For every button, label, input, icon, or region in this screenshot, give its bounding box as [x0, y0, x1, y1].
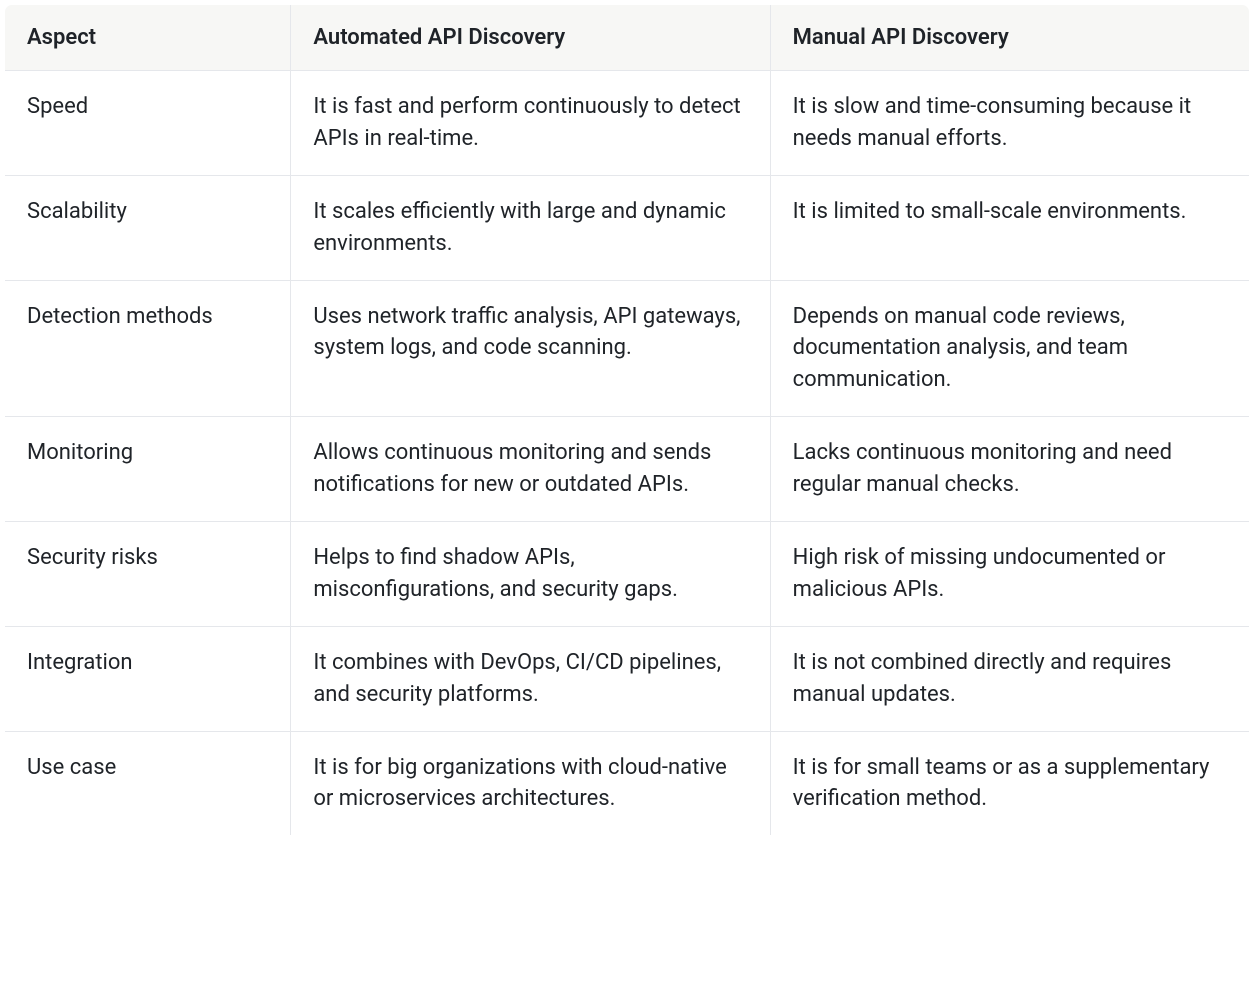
table-row: Security risks Helps to find shadow APIs…: [5, 522, 1250, 627]
cell-manual: It is not combined directly and requires…: [770, 626, 1249, 731]
table-row: Integration It combines with DevOps, CI/…: [5, 626, 1250, 731]
cell-aspect: Scalability: [5, 175, 291, 280]
cell-aspect: Use case: [5, 731, 291, 836]
cell-aspect: Monitoring: [5, 417, 291, 522]
header-automated: Automated API Discovery: [291, 5, 770, 71]
table-row: Scalability It scales efficiently with l…: [5, 175, 1250, 280]
table-header-row: Aspect Automated API Discovery Manual AP…: [5, 5, 1250, 71]
table-row: Use case It is for big organizations wit…: [5, 731, 1250, 836]
table-row: Monitoring Allows continuous monitoring …: [5, 417, 1250, 522]
cell-automated: It is fast and perform continuously to d…: [291, 71, 770, 176]
cell-automated: Allows continuous monitoring and sends n…: [291, 417, 770, 522]
cell-automated: Uses network traffic analysis, API gatew…: [291, 280, 770, 417]
cell-aspect: Integration: [5, 626, 291, 731]
cell-manual: It is for small teams or as a supplement…: [770, 731, 1249, 836]
table-body: Speed It is fast and perform continuousl…: [5, 71, 1250, 836]
cell-automated: It is for big organizations with cloud-n…: [291, 731, 770, 836]
cell-aspect: Speed: [5, 71, 291, 176]
cell-manual: It is limited to small-scale environment…: [770, 175, 1249, 280]
cell-automated: It combines with DevOps, CI/CD pipelines…: [291, 626, 770, 731]
cell-automated: Helps to find shadow APIs, misconfigurat…: [291, 522, 770, 627]
cell-manual: Depends on manual code reviews, document…: [770, 280, 1249, 417]
table-row: Speed It is fast and perform continuousl…: [5, 71, 1250, 176]
table-row: Detection methods Uses network traffic a…: [5, 280, 1250, 417]
cell-manual: It is slow and time-consuming because it…: [770, 71, 1249, 176]
comparison-table: Aspect Automated API Discovery Manual AP…: [4, 4, 1250, 836]
cell-manual: Lacks continuous monitoring and need reg…: [770, 417, 1249, 522]
cell-aspect: Security risks: [5, 522, 291, 627]
cell-automated: It scales efficiently with large and dyn…: [291, 175, 770, 280]
cell-manual: High risk of missing undocumented or mal…: [770, 522, 1249, 627]
cell-aspect: Detection methods: [5, 280, 291, 417]
header-manual: Manual API Discovery: [770, 5, 1249, 71]
header-aspect: Aspect: [5, 5, 291, 71]
